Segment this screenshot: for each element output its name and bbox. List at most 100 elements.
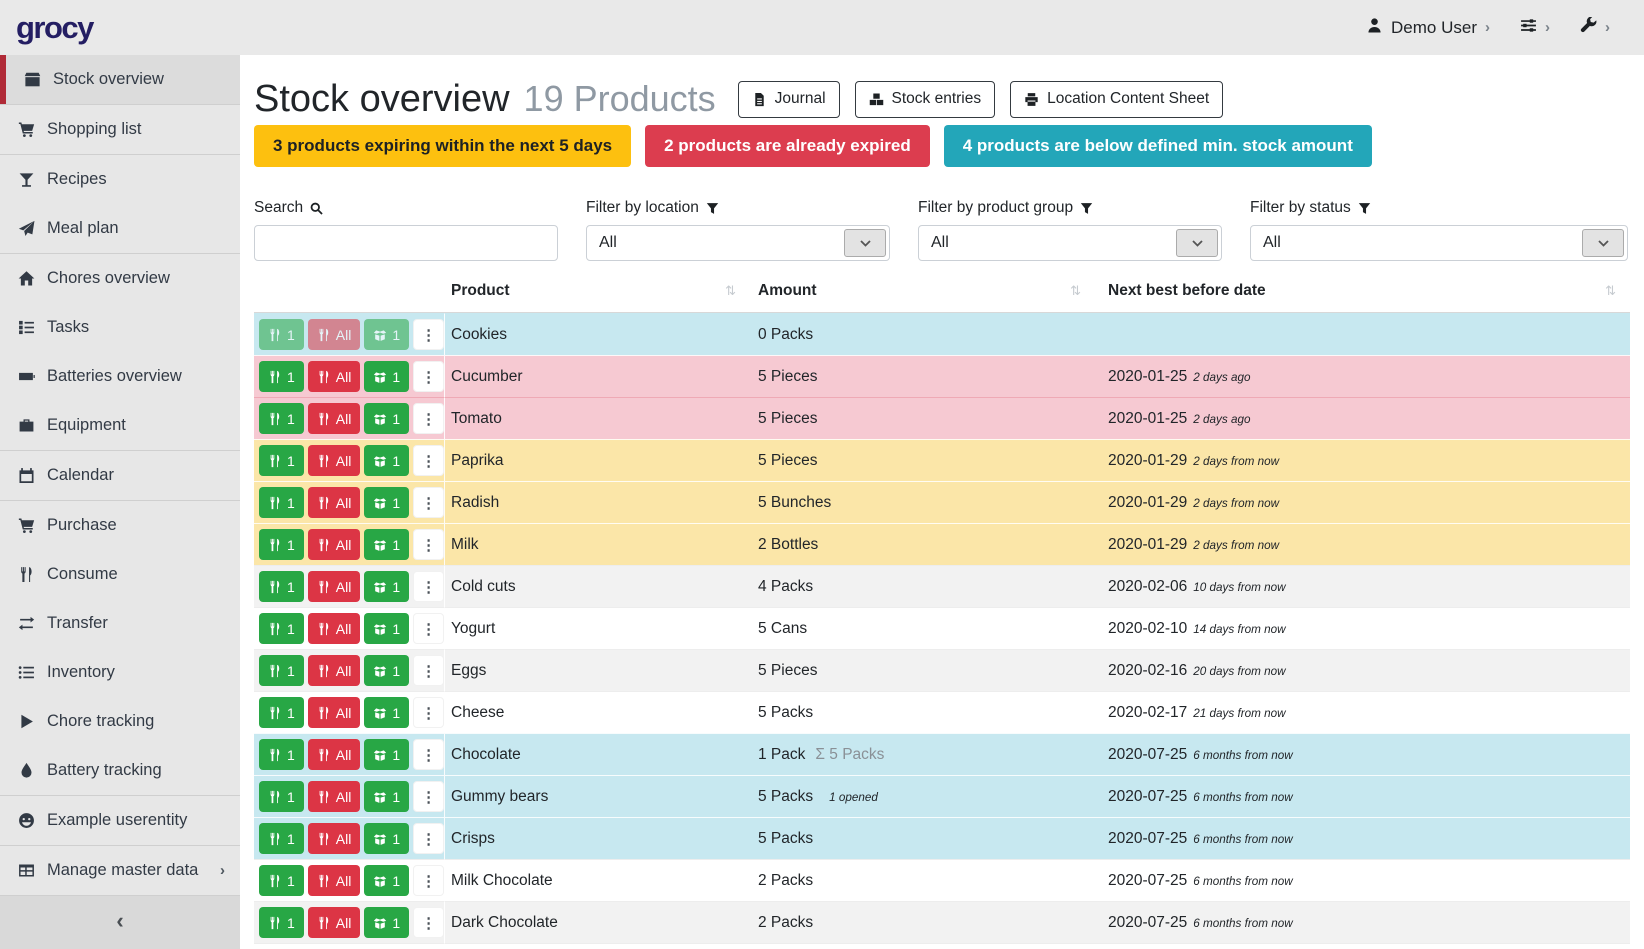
open-one-button[interactable]: 1 <box>364 445 409 476</box>
open-one-button[interactable]: 1 <box>364 739 409 770</box>
consume-one-button[interactable]: 1 <box>259 529 304 560</box>
sidebar-item-purchase[interactable]: Purchase <box>0 501 240 550</box>
consume-all-button[interactable]: All <box>308 487 361 518</box>
expired-banner[interactable]: 2 products are already expired <box>645 125 930 167</box>
consume-one-button[interactable]: 1 <box>259 865 304 896</box>
row-menu-button[interactable]: ⋮ <box>413 739 444 770</box>
sidebar-item-consume[interactable]: Consume <box>0 550 240 599</box>
row-menu-button[interactable]: ⋮ <box>413 865 444 896</box>
consume-all-button[interactable]: All <box>308 571 361 602</box>
row-menu-button[interactable]: ⋮ <box>413 823 444 854</box>
consume-one-button[interactable]: 1 <box>259 319 304 350</box>
row-menu-button[interactable]: ⋮ <box>413 445 444 476</box>
sidebar-item-shopping-list[interactable]: Shopping list <box>0 105 240 154</box>
consume-one-button[interactable]: 1 <box>259 655 304 686</box>
row-menu-button[interactable]: ⋮ <box>413 781 444 812</box>
utensils-icon <box>317 664 331 678</box>
expiring-banner[interactable]: 3 products expiring within the next 5 da… <box>254 125 631 167</box>
sidebar-item-example-userentity[interactable]: Example userentity <box>0 796 240 845</box>
row-menu-button[interactable]: ⋮ <box>413 319 444 350</box>
user-menu[interactable]: Demo User › <box>1366 17 1490 39</box>
open-one-button[interactable]: 1 <box>364 571 409 602</box>
admin-menu[interactable]: › <box>1580 17 1610 39</box>
consume-one-button[interactable]: 1 <box>259 361 304 392</box>
product-column-header[interactable]: Product⇅ <box>445 269 745 313</box>
consume-all-button[interactable]: All <box>308 739 361 770</box>
product-group-select[interactable]: All <box>918 225 1222 261</box>
consume-all-button[interactable]: All <box>308 529 361 560</box>
settings-menu[interactable]: › <box>1520 17 1550 39</box>
open-one-button[interactable]: 1 <box>364 403 409 434</box>
amount-cell: 5 Pieces <box>745 439 1090 481</box>
stock-entries-button[interactable]: Stock entries <box>855 81 996 118</box>
row-menu-button[interactable]: ⋮ <box>413 529 444 560</box>
amount-column-header[interactable]: Amount⇅ <box>745 269 1090 313</box>
open-one-button[interactable]: 1 <box>364 907 409 938</box>
row-menu-button[interactable]: ⋮ <box>413 487 444 518</box>
sidebar-item-equipment[interactable]: Equipment <box>0 401 240 450</box>
row-menu-button[interactable]: ⋮ <box>413 613 444 644</box>
consume-one-button[interactable]: 1 <box>259 739 304 770</box>
row-menu-button[interactable]: ⋮ <box>413 571 444 602</box>
open-one-button[interactable]: 1 <box>364 361 409 392</box>
sidebar-item-meal-plan[interactable]: Meal plan <box>0 204 240 253</box>
consume-one-button[interactable]: 1 <box>259 823 304 854</box>
consume-all-button[interactable]: All <box>308 319 361 350</box>
open-one-button[interactable]: 1 <box>364 529 409 560</box>
consume-all-button[interactable]: All <box>308 655 361 686</box>
utensils-icon <box>317 328 331 342</box>
product-cell: Chocolate <box>445 733 745 775</box>
row-menu-button[interactable]: ⋮ <box>413 655 444 686</box>
consume-one-button[interactable]: 1 <box>259 403 304 434</box>
consume-one-button[interactable]: 1 <box>259 613 304 644</box>
consume-all-button[interactable]: All <box>308 361 361 392</box>
consume-all-button[interactable]: All <box>308 907 361 938</box>
consume-all-button[interactable]: All <box>308 697 361 728</box>
row-menu-button[interactable]: ⋮ <box>413 697 444 728</box>
consume-all-button[interactable]: All <box>308 865 361 896</box>
location-content-sheet-button[interactable]: Location Content Sheet <box>1010 81 1223 118</box>
status-select[interactable]: All <box>1250 225 1628 261</box>
consume-one-button[interactable]: 1 <box>259 907 304 938</box>
open-one-button[interactable]: 1 <box>364 613 409 644</box>
below-min-stock-banner[interactable]: 4 products are below defined min. stock … <box>944 125 1372 167</box>
consume-one-button[interactable]: 1 <box>259 781 304 812</box>
consume-all-button[interactable]: All <box>308 403 361 434</box>
sidebar-item-calendar[interactable]: Calendar <box>0 451 240 500</box>
open-one-button[interactable]: 1 <box>364 697 409 728</box>
consume-one-button[interactable]: 1 <box>259 445 304 476</box>
open-one-button[interactable]: 1 <box>364 319 409 350</box>
consume-one-button[interactable]: 1 <box>259 487 304 518</box>
open-one-button[interactable]: 1 <box>364 865 409 896</box>
sidebar-item-chore-tracking[interactable]: Chore tracking <box>0 697 240 746</box>
sidebar-item-recipes[interactable]: Recipes <box>0 155 240 204</box>
sidebar-collapse[interactable]: ‹ <box>0 896 240 949</box>
sidebar-item-batteries-overview[interactable]: Batteries overview <box>0 352 240 401</box>
sidebar-item-tasks[interactable]: Tasks <box>0 303 240 352</box>
consume-one-button[interactable]: 1 <box>259 697 304 728</box>
journal-button[interactable]: Journal <box>738 81 840 118</box>
sidebar-item-manage-master-data[interactable]: Manage master data › <box>0 846 240 895</box>
location-select[interactable]: All <box>586 225 890 261</box>
sidebar-item-battery-tracking[interactable]: Battery tracking <box>0 746 240 795</box>
row-menu-button[interactable]: ⋮ <box>413 361 444 392</box>
sidebar-item-chores-overview[interactable]: Chores overview <box>0 254 240 303</box>
consume-all-button[interactable]: All <box>308 613 361 644</box>
sidebar-item-stock-overview[interactable]: Stock overview <box>0 55 240 104</box>
sidebar-item-transfer[interactable]: Transfer <box>0 599 240 648</box>
open-one-button[interactable]: 1 <box>364 781 409 812</box>
sidebar-item-inventory[interactable]: Inventory <box>0 648 240 697</box>
consume-one-button[interactable]: 1 <box>259 571 304 602</box>
search-input[interactable] <box>255 226 557 260</box>
open-one-button[interactable]: 1 <box>364 655 409 686</box>
table-row: 1 All 1 ⋮ <box>254 943 1630 949</box>
date-column-header[interactable]: Next best before date⇅ <box>1090 269 1630 313</box>
consume-all-button[interactable]: All <box>308 823 361 854</box>
grocy-logo[interactable]: grocy <box>16 10 93 46</box>
open-one-button[interactable]: 1 <box>364 823 409 854</box>
consume-all-button[interactable]: All <box>308 445 361 476</box>
row-menu-button[interactable]: ⋮ <box>413 403 444 434</box>
row-menu-button[interactable]: ⋮ <box>413 907 444 938</box>
consume-all-button[interactable]: All <box>308 781 361 812</box>
open-one-button[interactable]: 1 <box>364 487 409 518</box>
